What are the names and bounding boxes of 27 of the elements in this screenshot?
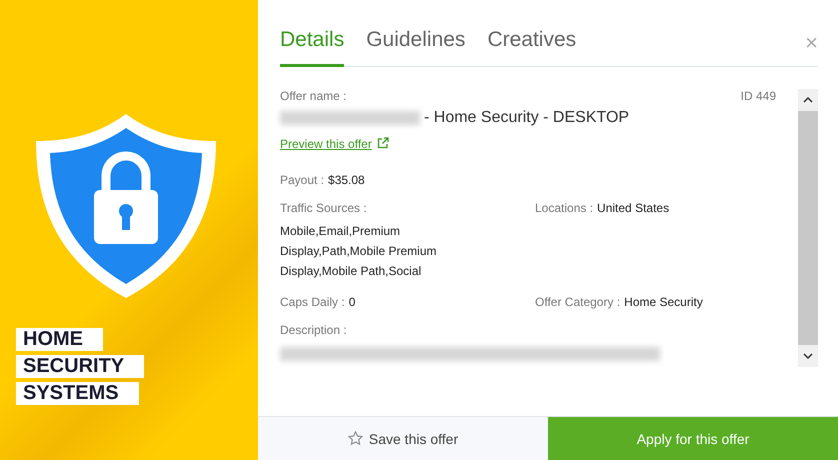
field-label: Traffic Sources : [280, 201, 367, 215]
preview-link[interactable]: Preview this offer [280, 137, 372, 151]
apply-button[interactable]: Apply for this offer [548, 417, 838, 460]
offer-name-label: Offer name : [280, 89, 346, 103]
external-link-icon [376, 137, 389, 149]
description-label: Description : [280, 323, 348, 337]
scrollbar-thumb[interactable] [798, 111, 818, 345]
tab[interactable]: Creatives [487, 28, 576, 67]
star-icon [348, 431, 363, 446]
scroll-down-icon[interactable] [803, 353, 813, 359]
field-label: Locations : [535, 201, 594, 215]
field-value: Mobile,Email,Premium Display,Path,Mobile Premium Display,Mobile Path,Social [280, 223, 438, 280]
save-button[interactable]: Save this offer [258, 417, 548, 460]
field-value: $35.08 [328, 173, 365, 187]
close-button[interactable]: × [805, 30, 818, 66]
tab[interactable]: Details [280, 28, 344, 67]
field-value: 0 [348, 295, 356, 309]
field-value: Home Security [624, 295, 703, 309]
offer-name: - Home Security - DESKTOP [424, 109, 630, 127]
tab[interactable]: Guidelines [366, 28, 466, 67]
scroll-up-icon[interactable] [803, 97, 813, 103]
field-label: Caps Daily : [280, 295, 345, 309]
offer-id: ID 449 [740, 89, 776, 103]
field-label: Payout : [280, 173, 324, 187]
field-label: Offer Category : [535, 295, 620, 309]
field-value: United States [597, 201, 670, 215]
scrollbar[interactable] [798, 89, 818, 367]
